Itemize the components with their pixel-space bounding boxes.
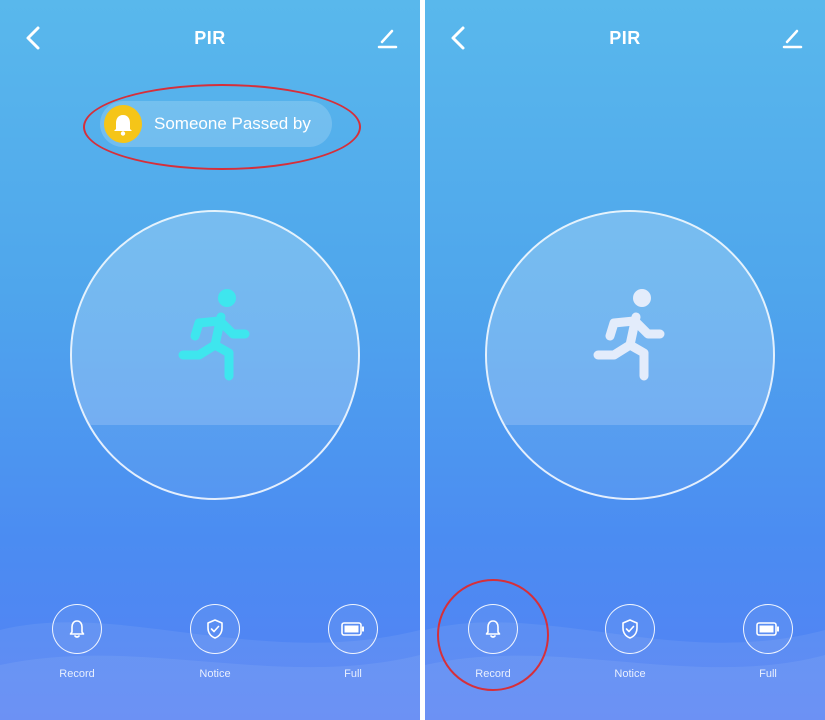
- notification-highlight-oval: [83, 84, 361, 170]
- sensor-lower-half: [72, 425, 358, 498]
- edit-button[interactable]: [781, 26, 805, 50]
- notice-label: Notice: [199, 668, 231, 680]
- battery-button[interactable]: Full: [733, 604, 803, 680]
- running-person-icon: [178, 289, 250, 381]
- record-highlight-circle: [437, 579, 549, 691]
- page-title: PIR: [194, 28, 226, 48]
- notice-button[interactable]: Notice: [180, 604, 250, 680]
- battery-icon-circle: [328, 604, 378, 654]
- battery-label: Full: [759, 668, 777, 680]
- page-title: PIR: [609, 28, 641, 48]
- pencil-icon: [782, 29, 803, 49]
- shield-check-icon: [622, 619, 638, 639]
- battery-icon-circle: [743, 604, 793, 654]
- record-label: Record: [59, 668, 95, 680]
- bell-icon: [69, 620, 85, 638]
- motion-sensor-display: [70, 210, 360, 500]
- battery-icon: [341, 622, 364, 636]
- battery-icon: [756, 622, 779, 636]
- notice-label: Notice: [614, 668, 646, 680]
- record-button[interactable]: Record: [42, 604, 112, 680]
- sensor-lower-half: [487, 425, 773, 498]
- notice-button[interactable]: Notice: [595, 604, 665, 680]
- header: PIR: [0, 0, 420, 76]
- battery-label: Full: [344, 668, 362, 680]
- edit-button[interactable]: [376, 26, 400, 50]
- shield-check-icon: [207, 619, 223, 639]
- notice-icon-circle: [605, 604, 655, 654]
- notice-icon-circle: [190, 604, 240, 654]
- battery-button[interactable]: Full: [318, 604, 388, 680]
- motion-sensor-display: [485, 210, 775, 500]
- pencil-icon: [377, 29, 398, 49]
- running-person-icon: [593, 289, 665, 381]
- header: PIR: [425, 0, 825, 76]
- record-icon-circle: [52, 604, 102, 654]
